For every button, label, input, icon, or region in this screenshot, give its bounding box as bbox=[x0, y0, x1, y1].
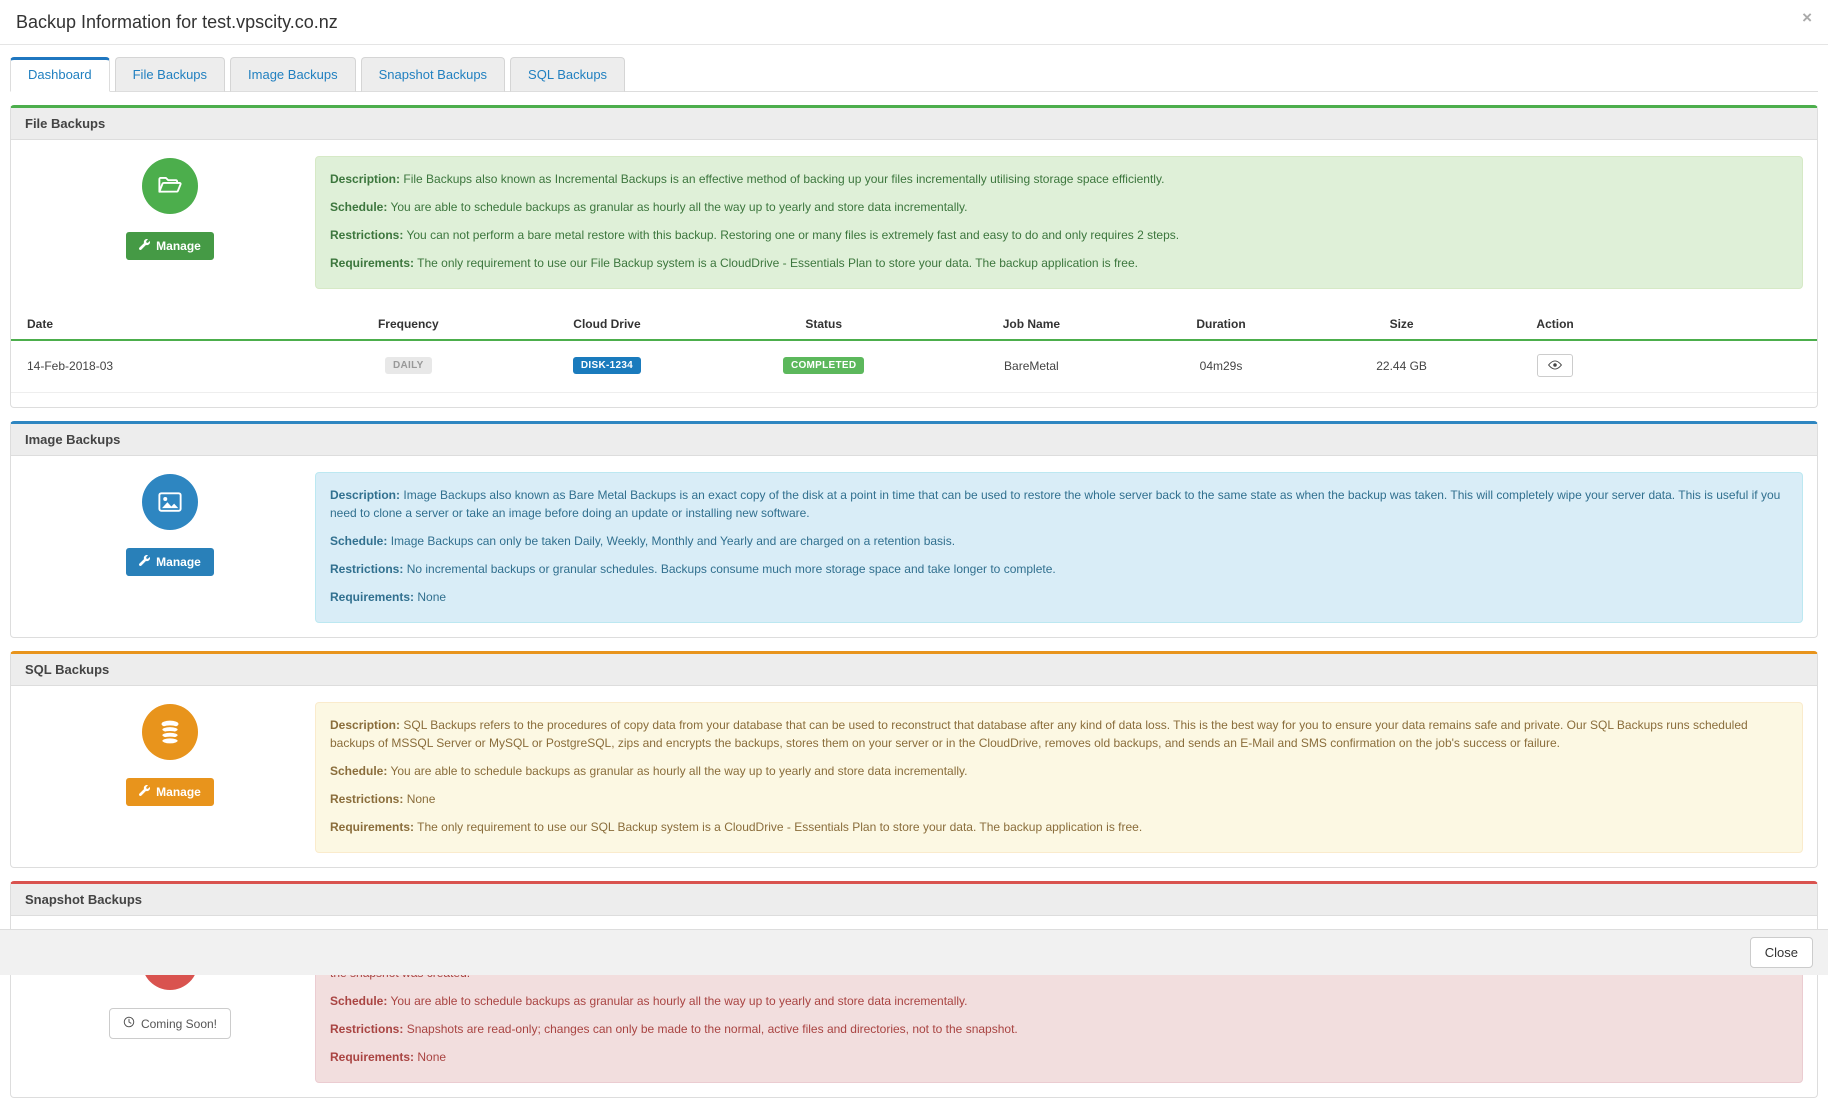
info-restrictions: Restrictions: None bbox=[330, 790, 1788, 808]
modal-footer: Close bbox=[0, 929, 1828, 975]
manage-button-label: Manage bbox=[156, 785, 201, 799]
tab-sql-backups[interactable]: SQL Backups bbox=[510, 57, 625, 92]
wrench-icon bbox=[139, 239, 150, 253]
cell-status: COMPLETED bbox=[715, 340, 932, 393]
info-requirements: Requirements: The only requirement to us… bbox=[330, 818, 1788, 836]
info-restrictions: Restrictions: You can not perform a bare… bbox=[330, 226, 1788, 244]
table-header-row: Date Frequency Cloud Drive Status Job Na… bbox=[11, 309, 1817, 340]
info-description: Description: SQL Backups refers to the p… bbox=[330, 716, 1788, 752]
info-requirements: Requirements: The only requirement to us… bbox=[330, 254, 1788, 272]
image-backups-panel: Image Backups Manage bbox=[10, 421, 1818, 638]
modal-header: Backup Information for test.vpscity.co.n… bbox=[0, 0, 1828, 45]
manage-button-label: Manage bbox=[156, 239, 201, 253]
manage-button-label: Manage bbox=[156, 555, 201, 569]
image-backups-info-box: Description: Image Backups also known as… bbox=[315, 472, 1803, 623]
info-schedule: Schedule: You are able to schedule backu… bbox=[330, 992, 1788, 1010]
folder-open-icon bbox=[142, 158, 198, 214]
tab-file-backups[interactable]: File Backups bbox=[115, 57, 225, 92]
image-backups-panel-title: Image Backups bbox=[11, 424, 1817, 456]
col-job-name: Job Name bbox=[932, 309, 1131, 340]
col-status: Status bbox=[715, 309, 932, 340]
wrench-icon bbox=[139, 785, 150, 799]
cell-cloud-drive: DISK-1234 bbox=[499, 340, 716, 393]
close-icon[interactable]: × bbox=[1802, 9, 1812, 26]
sql-backups-panel: SQL Backups bbox=[10, 651, 1818, 868]
tab-dashboard[interactable]: Dashboard bbox=[10, 57, 110, 92]
tab-bar: Dashboard File Backups Image Backups Sna… bbox=[10, 57, 1818, 92]
image-icon bbox=[142, 474, 198, 530]
info-restrictions: Restrictions: No incremental backups or … bbox=[330, 560, 1788, 578]
backup-info-modal: Backup Information for test.vpscity.co.n… bbox=[0, 0, 1828, 1098]
snapshot-backups-panel-title: Snapshot Backups bbox=[11, 884, 1817, 916]
col-cloud-drive: Cloud Drive bbox=[499, 309, 716, 340]
view-backup-button[interactable] bbox=[1537, 354, 1573, 377]
clock-icon bbox=[123, 1016, 135, 1031]
info-description: Description: Image Backups also known as… bbox=[330, 486, 1788, 522]
file-backups-panel-title: File Backups bbox=[11, 108, 1817, 140]
sql-backups-panel-title: SQL Backups bbox=[11, 654, 1817, 686]
cell-duration: 04m29s bbox=[1131, 340, 1312, 393]
col-date: Date bbox=[11, 309, 318, 340]
tab-snapshot-backups[interactable]: Snapshot Backups bbox=[361, 57, 505, 92]
manage-image-backups-button[interactable]: Manage bbox=[126, 548, 214, 576]
info-schedule: Schedule: You are able to schedule backu… bbox=[330, 198, 1788, 216]
col-frequency: Frequency bbox=[318, 309, 499, 340]
cell-date: 14-Feb-2018-03 bbox=[11, 340, 318, 393]
cell-job-name: BareMetal bbox=[932, 340, 1131, 393]
info-requirements: Requirements: None bbox=[330, 1048, 1788, 1066]
database-icon bbox=[142, 704, 198, 760]
coming-soon-button[interactable]: Coming Soon! bbox=[109, 1008, 231, 1039]
coming-soon-label: Coming Soon! bbox=[141, 1017, 217, 1031]
status-badge: COMPLETED bbox=[783, 357, 864, 374]
frequency-badge: DAILY bbox=[385, 357, 432, 374]
close-button[interactable]: Close bbox=[1750, 937, 1813, 968]
file-backups-panel: File Backups Manage bbox=[10, 105, 1818, 408]
cell-spacer bbox=[1618, 340, 1817, 393]
table-row: 14-Feb-2018-03 DAILY DISK-1234 COMPLETED… bbox=[11, 340, 1817, 393]
info-schedule: Schedule: Image Backups can only be take… bbox=[330, 532, 1788, 550]
info-description: Description: File Backups also known as … bbox=[330, 170, 1788, 188]
sql-backups-info-box: Description: SQL Backups refers to the p… bbox=[315, 702, 1803, 853]
info-requirements: Requirements: None bbox=[330, 588, 1788, 606]
col-spacer bbox=[1618, 309, 1817, 340]
col-size: Size bbox=[1311, 309, 1492, 340]
wrench-icon bbox=[139, 555, 150, 569]
info-schedule: Schedule: You are able to schedule backu… bbox=[330, 762, 1788, 780]
col-duration: Duration bbox=[1131, 309, 1312, 340]
snapshot-backups-panel: Snapshot Backups bbox=[10, 881, 1818, 1098]
cell-action bbox=[1492, 340, 1618, 393]
cell-size: 22.44 GB bbox=[1311, 340, 1492, 393]
manage-sql-backups-button[interactable]: Manage bbox=[126, 778, 214, 806]
tab-image-backups[interactable]: Image Backups bbox=[230, 57, 356, 92]
cell-frequency: DAILY bbox=[318, 340, 499, 393]
cloud-drive-badge: DISK-1234 bbox=[573, 357, 641, 374]
file-backups-info-box: Description: File Backups also known as … bbox=[315, 156, 1803, 289]
file-backups-table: Date Frequency Cloud Drive Status Job Na… bbox=[11, 309, 1817, 393]
eye-icon bbox=[1548, 359, 1562, 374]
info-restrictions: Restrictions: Snapshots are read-only; c… bbox=[330, 1020, 1788, 1038]
col-action: Action bbox=[1492, 309, 1618, 340]
manage-file-backups-button[interactable]: Manage bbox=[126, 232, 214, 260]
modal-title: Backup Information for test.vpscity.co.n… bbox=[16, 12, 1812, 33]
